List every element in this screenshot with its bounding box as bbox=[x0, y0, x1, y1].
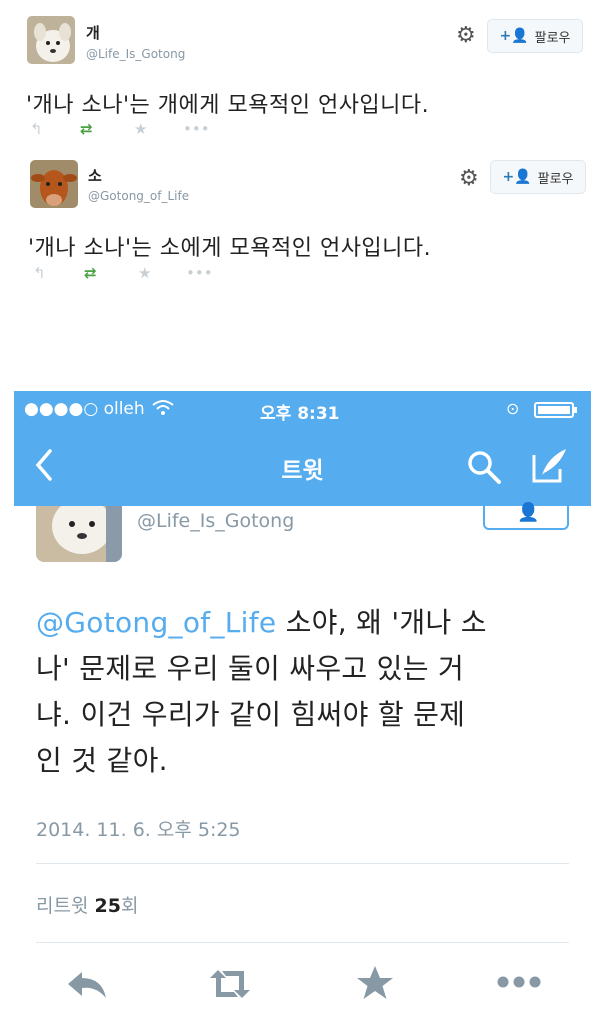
phone-tweet-actions bbox=[0, 960, 605, 1010]
retweet-count-row[interactable]: 리트윗 25회 bbox=[36, 891, 138, 918]
add-user-icon: +👤 bbox=[499, 28, 529, 44]
phone-tweet-line-4: 인 것 같아. bbox=[36, 744, 168, 777]
favorite-icon[interactable]: ★ bbox=[138, 264, 151, 282]
avatar-dog[interactable] bbox=[27, 16, 75, 64]
retweet-icon[interactable] bbox=[204, 966, 256, 1006]
compose-icon[interactable] bbox=[530, 445, 570, 489]
gear-icon[interactable]: ⚙ bbox=[456, 23, 476, 48]
follow-button-label: 팔로우 bbox=[537, 171, 574, 187]
tweet1-actions: ↰ ⇄ ★ ••• bbox=[0, 120, 605, 142]
retweet-icon[interactable]: ⇄ bbox=[84, 264, 97, 282]
follow-button[interactable]: +👤 팔로우 bbox=[487, 19, 583, 53]
add-user-icon: 👤 bbox=[517, 502, 540, 523]
nav-bar: 트윗 bbox=[14, 429, 591, 506]
tweet-timestamp: 2014. 11. 6. 오후 5:25 bbox=[36, 819, 241, 841]
phone-tweet-line-1: @Gotong_of_Life 소야, 왜 '개나 소 bbox=[36, 600, 487, 646]
tweet2-text: '개나 소나'는 소에게 모욕적인 언사입니다. bbox=[28, 236, 432, 261]
nav-title: 트윗 bbox=[281, 458, 324, 484]
phone-tweet-line-3: 냐. 이건 우리가 같이 힘써야 할 문제 bbox=[36, 698, 466, 731]
tweet2-author-name[interactable]: 소 bbox=[88, 165, 102, 186]
retweet-count: 25 bbox=[94, 895, 121, 917]
tweet1-text: '개나 소나'는 개에게 모욕적인 언사입니다. bbox=[26, 93, 430, 118]
tweet-text-segment: 소야, 왜 '개나 소 bbox=[276, 606, 487, 639]
retweet-suffix: 회 bbox=[120, 895, 139, 917]
wifi-icon bbox=[152, 399, 174, 422]
follow-button-partial[interactable]: 👤 bbox=[483, 502, 569, 530]
clock: 오후 8:31 bbox=[260, 404, 340, 424]
reply-icon[interactable]: ↰ bbox=[33, 264, 46, 282]
retweet-label: 리트윗 bbox=[36, 895, 89, 917]
tweet2-author-handle[interactable]: @Gotong_of_Life bbox=[88, 189, 189, 203]
avatar-cow[interactable] bbox=[30, 160, 78, 208]
mention-link[interactable]: @Gotong_of_Life bbox=[36, 606, 276, 639]
tweet1-author-handle[interactable]: @Life_Is_Gotong bbox=[86, 47, 185, 61]
more-icon[interactable]: ••• bbox=[183, 120, 210, 138]
phone-tweet-handle[interactable]: @Life_Is_Gotong bbox=[137, 510, 294, 532]
gear-icon[interactable]: ⚙ bbox=[459, 166, 479, 191]
reply-icon[interactable]: ↰ bbox=[30, 120, 43, 138]
follow-button-label: 팔로우 bbox=[534, 30, 571, 46]
favorite-icon[interactable] bbox=[356, 964, 394, 1006]
search-icon[interactable] bbox=[466, 449, 502, 489]
avatar-dog-large[interactable] bbox=[36, 506, 122, 562]
retweet-icon[interactable]: ⇄ bbox=[80, 120, 93, 138]
tweet2-actions: ↰ ⇄ ★ ••• bbox=[0, 264, 605, 286]
add-user-icon: +👤 bbox=[502, 169, 532, 185]
follow-button[interactable]: +👤 팔로우 bbox=[490, 160, 586, 194]
reply-icon[interactable] bbox=[64, 966, 110, 1006]
more-icon[interactable] bbox=[496, 974, 542, 993]
divider bbox=[36, 942, 569, 943]
ios-status-bar: ●●●●○ olleh 오후 8:31 ⊙ bbox=[14, 391, 591, 429]
battery-icon bbox=[534, 401, 580, 424]
divider bbox=[36, 863, 569, 864]
tweet1-author-name[interactable]: 개 bbox=[86, 22, 100, 43]
carrier-signal: ●●●●○ olleh bbox=[24, 399, 145, 419]
phone-tweet-line-2: 나' 문제로 우리 둘이 싸우고 있는 거 bbox=[36, 652, 465, 685]
more-icon[interactable]: ••• bbox=[186, 264, 213, 282]
rotation-lock-icon: ⊙ bbox=[506, 399, 520, 418]
favorite-icon[interactable]: ★ bbox=[134, 120, 147, 138]
